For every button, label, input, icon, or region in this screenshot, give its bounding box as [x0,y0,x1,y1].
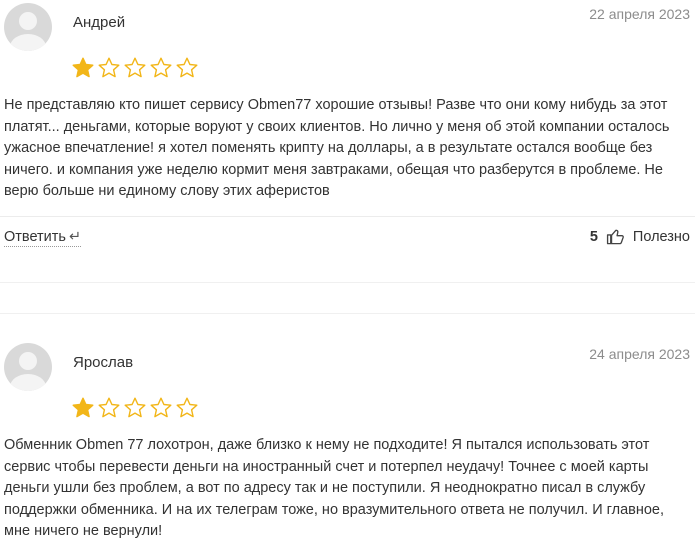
avatar [4,343,52,391]
review-author: Андрей [73,14,126,31]
review-date: 24 апреля 2023 [589,346,690,362]
useful-vote: 5 Полезно [590,227,690,246]
section-divider [0,282,695,314]
reply-label: Ответить [4,229,66,245]
divider [0,216,695,217]
review-text: Обменник Obmen 77 лохотрон, даже близко … [4,437,665,539]
star-empty-icon [150,397,172,418]
avatar [4,3,52,51]
like-count: 5 [589,228,598,245]
reply-arrow-icon: ↵ [68,229,82,245]
useful-button[interactable]: Полезно [633,229,690,245]
star-filled-icon [72,57,94,78]
star-empty-icon [176,57,198,78]
reply-link[interactable]: Ответить ↵ [4,229,82,247]
rating-stars [71,396,199,420]
review-author: Ярослав [73,354,134,371]
review-date: 22 апреля 2023 [589,6,690,22]
thumbs-up-icon[interactable] [606,227,625,246]
star-empty-icon [98,57,120,78]
star-empty-icon [150,57,172,78]
star-empty-icon [176,397,198,418]
review-text: Не представляю кто пишет сервису Obmen77… [4,97,670,199]
star-empty-icon [124,397,146,418]
star-filled-icon [72,397,94,418]
star-empty-icon [98,397,120,418]
rating-stars [71,56,199,80]
star-empty-icon [124,57,146,78]
